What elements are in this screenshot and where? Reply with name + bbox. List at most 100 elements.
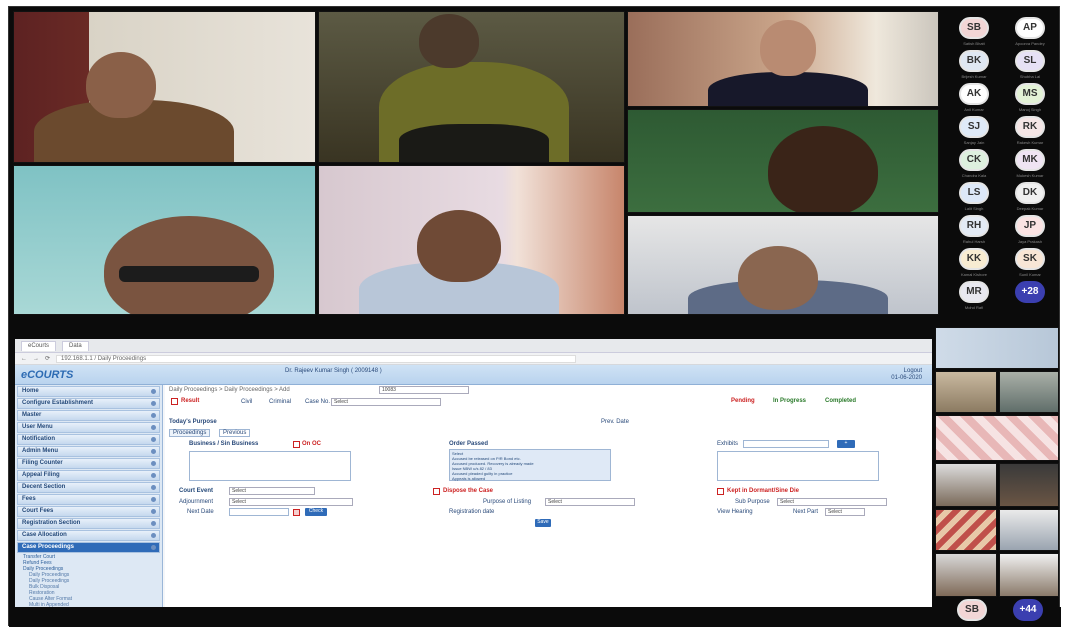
participant-avatar[interactable]: MS Manoj Singh [1005,83,1055,119]
video-tile-11[interactable] [935,415,1059,461]
adjournment-select[interactable]: Select [229,498,353,506]
video-tile-9[interactable] [935,371,997,413]
chevron-down-icon [151,545,156,550]
next-part-select[interactable]: Select [825,508,865,516]
video-tile-3[interactable] [627,11,939,107]
order-option[interactable]: Appeals is allowed [452,476,608,481]
video-tile-10[interactable] [999,371,1059,413]
video-tile-17[interactable] [999,553,1059,597]
browser-tab[interactable]: eCourts [21,340,57,351]
sidebar-item[interactable]: Filing Counter [17,458,160,469]
participant-avatar[interactable]: AP Apoorva Pandey [1005,17,1055,53]
participant-avatar[interactable]: +28 [1005,281,1055,317]
participant-avatar[interactable]: SB Satish Bhatt [949,17,999,53]
kept-dormant-checkbox[interactable] [717,488,724,495]
video-tile-13[interactable] [999,463,1059,507]
criminal-radio[interactable]: Criminal [269,399,291,405]
participant-avatar[interactable]: AK Anil Kumar [949,83,999,119]
case-select[interactable]: Select [331,398,441,406]
video-tile-8[interactable] [935,327,1059,369]
participant-avatar[interactable]: CK Chandra Kala [949,149,999,185]
exhibits-textarea[interactable] [717,451,879,481]
back-icon[interactable]: ← [21,356,27,362]
video-tile-4[interactable] [627,109,939,213]
on-oc-checkbox[interactable] [293,441,300,448]
sidebar-item[interactable]: Fees [17,494,160,505]
participant-face [417,210,501,282]
video-tile-12[interactable] [935,463,997,507]
civil-radio[interactable]: Civil [241,399,252,405]
forward-icon[interactable]: → [33,356,39,362]
case-no-radio[interactable]: Case No. [305,399,330,405]
case-number-field[interactable]: 10083 [379,386,469,394]
sidebar-item[interactable]: Decent Section [17,482,160,493]
sidebar-item[interactable]: Admin Menu [17,446,160,457]
browser-tab[interactable]: Data [62,340,89,351]
sub-purpose-select[interactable]: Select [777,498,887,506]
video-tile-15[interactable] [999,509,1059,551]
sidebar-item[interactable]: Configure Establishment [17,398,160,409]
participant-avatar[interactable]: MR Mohd Rafi [949,281,999,317]
logout-link[interactable]: Logout [891,368,922,375]
participant-avatar[interactable]: RK Rakesh Kumar [1005,116,1055,152]
sidebar-item[interactable]: Home [17,386,160,397]
sidebar-item[interactable]: Court Fees [17,506,160,517]
court-event-select[interactable]: Select [229,487,315,495]
purpose-listing-select[interactable]: Select [545,498,635,506]
sidebar-item[interactable]: User Menu [17,422,160,433]
video-tile-7[interactable] [627,215,939,315]
avatar-initials: CK [959,149,989,171]
participant-avatar[interactable]: SB [947,599,997,635]
avatar-initials: DK [1015,182,1045,204]
result-checkbox[interactable] [171,398,178,405]
order-passed-list[interactable]: Select Accused be released on P/R Bond et… [449,449,611,481]
check-button[interactable]: Check [305,508,327,516]
tab-previous[interactable]: Previous [219,429,251,437]
participant-avatar[interactable]: +44 [1003,599,1053,635]
calendar-icon[interactable] [293,509,300,516]
reload-icon[interactable]: ⟳ [45,355,50,362]
dispose-case-checkbox[interactable] [433,488,440,495]
sub-purpose-label: Sub Purpose [735,499,770,505]
participant-avatar[interactable]: KK Kamal Kishore [949,248,999,284]
participant-face [419,14,479,68]
chevron-down-icon [151,401,156,406]
prev-date-label: Prev. Date [601,419,629,425]
avatar-initials: LS [959,182,989,204]
participant-avatar[interactable]: LS Lalit Singh [949,182,999,218]
tab-proceedings[interactable]: Proceedings [169,429,211,437]
video-tile-14[interactable] [935,509,997,551]
participant-avatar[interactable]: RH Rahul Harsh [949,215,999,251]
avatar-initials: RK [1015,116,1045,138]
participant-avatar[interactable]: MK Mukesh Kumar [1005,149,1055,185]
business-textarea[interactable] [189,451,351,481]
sidebar-item[interactable]: Notification [17,434,160,445]
video-tile-5[interactable] [13,165,316,315]
participant-avatar[interactable]: SK Sunil Kumar [1005,248,1055,284]
view-hearing-link[interactable]: View Hearing [717,509,753,515]
avatar-initials: JP [1015,215,1045,237]
participant-avatar[interactable]: JP Jaya Prakash [1005,215,1055,251]
participant-avatar[interactable]: BK Brijesh Kumar [949,50,999,86]
participant-name: Lalit Singh [964,206,984,211]
chevron-down-icon [151,533,156,538]
participant-avatar[interactable]: SJ Sanjay Jain [949,116,999,152]
sidebar-item[interactable]: Appeal Filing [17,470,160,481]
sidebar-item[interactable]: Registration Section [17,518,160,529]
exhibits-input[interactable] [743,440,829,448]
participant-avatar[interactable]: DK Deepak Kumar [1005,182,1055,218]
url-input[interactable]: 192.168.1.1 / Daily Proceedings [56,354,577,363]
video-tile-1[interactable] [13,11,316,163]
save-button[interactable]: Save [535,519,551,527]
video-tile-2[interactable] [318,11,625,163]
participant-avatar[interactable]: SL Shubha Lal [1005,50,1055,86]
participant-face [760,20,816,76]
video-tile-16[interactable] [935,553,997,597]
sidebar-item[interactable]: Case Allocation [17,530,160,541]
video-tile-6[interactable] [318,165,625,315]
sidebar-item[interactable]: Case Proceedings [17,542,160,553]
avatar-initials: MS [1015,83,1045,105]
next-date-input[interactable] [229,508,289,516]
sidebar-item[interactable]: Master [17,410,160,421]
exhibits-add-button[interactable]: + [837,440,855,448]
